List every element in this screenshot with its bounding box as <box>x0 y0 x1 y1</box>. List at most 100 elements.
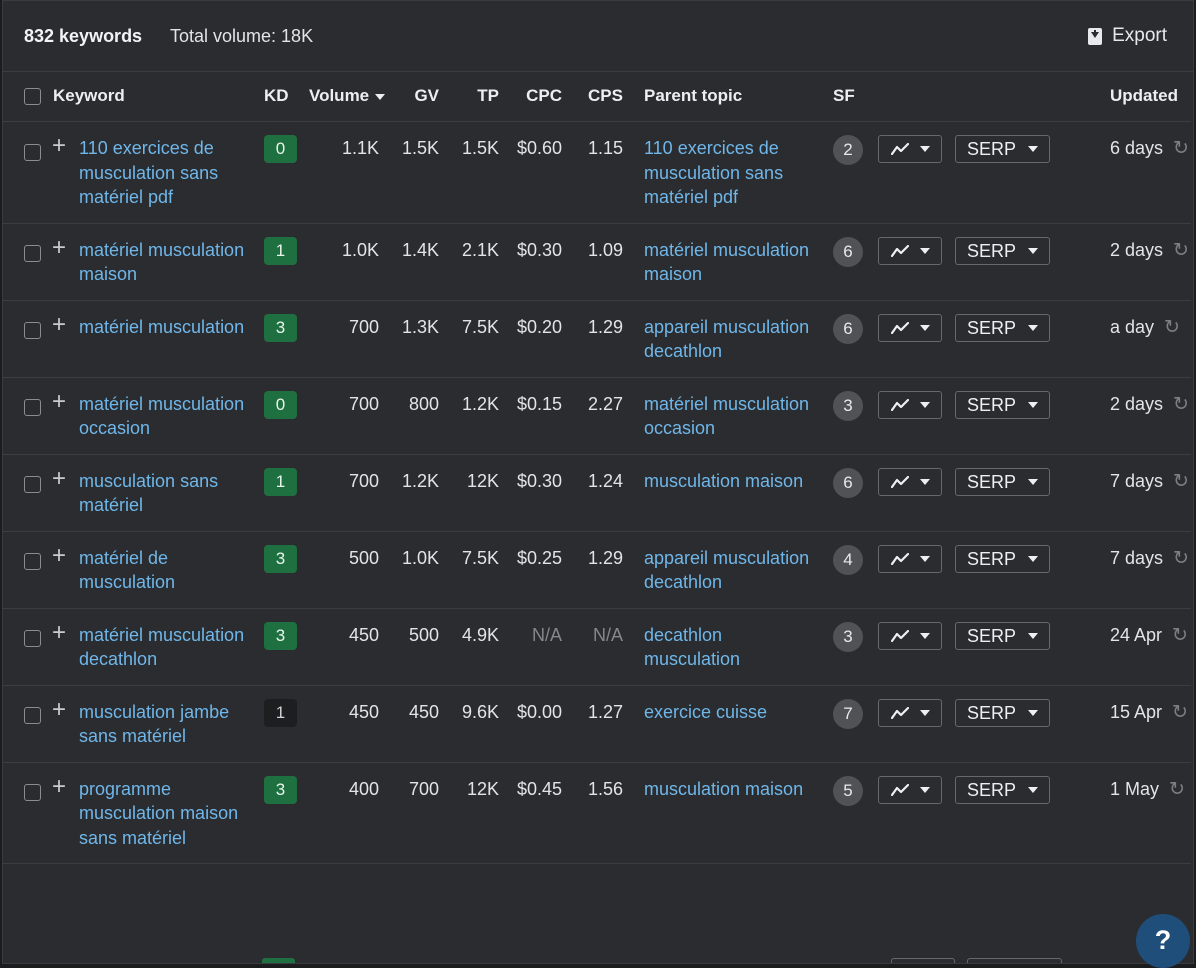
row-checkbox[interactable] <box>24 707 41 725</box>
trend-button[interactable] <box>878 313 942 342</box>
serp-button[interactable]: SERP <box>955 135 1050 164</box>
col-kd[interactable]: KD <box>258 71 303 122</box>
gv-cell: 1.0K <box>385 531 445 609</box>
refresh-icon[interactable]: ↻ <box>1169 779 1185 800</box>
col-updated[interactable]: Updated <box>1102 71 1191 122</box>
serp-button[interactable]: SERP <box>955 698 1050 727</box>
serp-button[interactable]: SERP <box>955 775 1050 804</box>
refresh-icon[interactable]: ↻ <box>1173 394 1189 415</box>
parent-topic-link[interactable]: decathlon musculation <box>644 625 740 670</box>
parent-topic-link[interactable]: appareil musculation decathlon <box>644 317 809 362</box>
refresh-icon[interactable]: ↻ <box>1172 702 1188 723</box>
add-to-list-icon[interactable]: + <box>52 543 66 595</box>
col-sf[interactable]: SF <box>827 71 872 122</box>
keyword-link[interactable]: matériel musculation <box>79 315 244 343</box>
col-gv[interactable]: GV <box>385 71 445 122</box>
serp-features-count[interactable]: 7 <box>833 698 863 729</box>
row-checkbox[interactable] <box>24 476 41 494</box>
chevron-down-icon <box>919 478 930 485</box>
parent-topic-link[interactable]: matériel musculation occasion <box>644 394 809 439</box>
next-row-trend-button[interactable] <box>891 958 955 963</box>
keyword-link[interactable]: matériel musculation maison <box>79 238 252 287</box>
add-to-list-icon[interactable]: + <box>52 466 66 518</box>
refresh-icon[interactable]: ↻ <box>1173 471 1189 492</box>
add-to-list-icon[interactable]: + <box>52 312 66 343</box>
serp-button[interactable]: SERP <box>955 544 1050 573</box>
keyword-link[interactable]: matériel musculation occasion <box>79 392 252 441</box>
row-checkbox[interactable] <box>24 399 41 417</box>
parent-topic-link[interactable]: 110 exercices de musculation sans matéri… <box>644 138 783 207</box>
trend-button[interactable] <box>878 467 942 496</box>
col-tp[interactable]: TP <box>445 71 505 122</box>
parent-topic-link[interactable]: matériel musculation maison <box>644 240 809 285</box>
parent-topic-link[interactable]: musculation maison <box>644 779 803 799</box>
add-to-list-icon[interactable]: + <box>52 697 66 749</box>
col-keyword[interactable]: Keyword <box>53 86 125 105</box>
chevron-down-icon <box>1028 324 1039 331</box>
refresh-icon[interactable]: ↻ <box>1172 625 1188 646</box>
refresh-icon[interactable]: ↻ <box>1173 138 1189 159</box>
trend-button[interactable] <box>878 621 942 650</box>
help-button[interactable]: ? <box>1136 914 1190 968</box>
serp-features-count[interactable]: 3 <box>833 621 863 652</box>
row-checkbox[interactable] <box>24 143 41 161</box>
serp-features-count[interactable]: 6 <box>833 467 863 498</box>
serp-features-count[interactable]: 3 <box>833 390 863 421</box>
row-checkbox[interactable] <box>24 784 41 802</box>
serp-button[interactable]: SERP <box>955 313 1050 342</box>
keyword-link[interactable]: 110 exercices de musculation sans matéri… <box>79 136 252 210</box>
trend-chart-icon <box>890 783 909 796</box>
trend-button[interactable] <box>878 544 942 573</box>
col-volume-header[interactable]: Volume <box>303 71 386 122</box>
keyword-link[interactable]: musculation sans matériel <box>79 469 252 518</box>
trend-button[interactable] <box>878 390 942 419</box>
trend-button[interactable] <box>878 775 942 804</box>
row-checkbox[interactable] <box>24 553 41 571</box>
col-volume: Volume <box>309 86 370 105</box>
serp-features-count[interactable]: 5 <box>833 775 863 806</box>
parent-topic-link[interactable]: musculation maison <box>644 471 803 491</box>
serp-button[interactable]: SERP <box>955 236 1050 265</box>
parent-topic-link[interactable]: exercice cuisse <box>644 702 767 722</box>
serp-label: SERP <box>966 548 1017 569</box>
row-checkbox[interactable] <box>24 322 41 340</box>
trend-button[interactable] <box>878 698 942 727</box>
serp-features-count[interactable]: 4 <box>833 544 863 575</box>
trend-chart-icon <box>890 398 909 411</box>
chevron-down-icon <box>1028 786 1039 793</box>
row-checkbox[interactable] <box>24 630 41 648</box>
total-volume: Total volume: 18K <box>170 26 314 46</box>
refresh-icon[interactable]: ↻ <box>1173 548 1189 569</box>
serp-button[interactable]: SERP <box>955 621 1050 650</box>
keyword-link[interactable]: musculation jambe sans matériel <box>79 700 252 749</box>
add-to-list-icon[interactable]: + <box>52 620 66 672</box>
cpc-cell: N/A <box>505 608 568 686</box>
cps-cell: 1.09 <box>568 223 629 301</box>
serp-features-count[interactable]: 2 <box>833 135 863 165</box>
add-to-list-icon[interactable]: + <box>52 389 66 441</box>
refresh-icon[interactable]: ↻ <box>1173 240 1189 261</box>
trend-button[interactable] <box>878 236 942 265</box>
keyword-link[interactable]: matériel de musculation <box>79 546 252 595</box>
kd-badge: 3 <box>264 775 297 804</box>
add-to-list-icon[interactable]: + <box>52 134 66 210</box>
col-parent-topic[interactable]: Parent topic <box>629 71 827 122</box>
parent-topic-link[interactable]: appareil musculation decathlon <box>644 548 809 593</box>
keyword-link[interactable]: programme musculation maison sans matéri… <box>79 777 252 851</box>
add-to-list-icon[interactable]: + <box>52 235 66 287</box>
col-cps[interactable]: CPS <box>568 71 629 122</box>
col-cpc[interactable]: CPC <box>505 71 568 122</box>
tp-cell: 1.2K <box>445 377 505 455</box>
next-row-serp-button[interactable] <box>967 958 1062 963</box>
refresh-icon[interactable]: ↻ <box>1164 317 1180 338</box>
keyword-link[interactable]: matériel musculation decathlon <box>79 623 252 672</box>
serp-features-count[interactable]: 6 <box>833 236 863 267</box>
add-to-list-icon[interactable]: + <box>52 774 66 851</box>
trend-button[interactable] <box>878 135 942 163</box>
select-all-checkbox[interactable] <box>24 88 41 106</box>
serp-button[interactable]: SERP <box>955 390 1050 419</box>
serp-button[interactable]: SERP <box>955 467 1050 496</box>
row-checkbox[interactable] <box>24 245 41 263</box>
export-button[interactable]: Export <box>1088 25 1167 47</box>
serp-features-count[interactable]: 6 <box>833 313 863 344</box>
